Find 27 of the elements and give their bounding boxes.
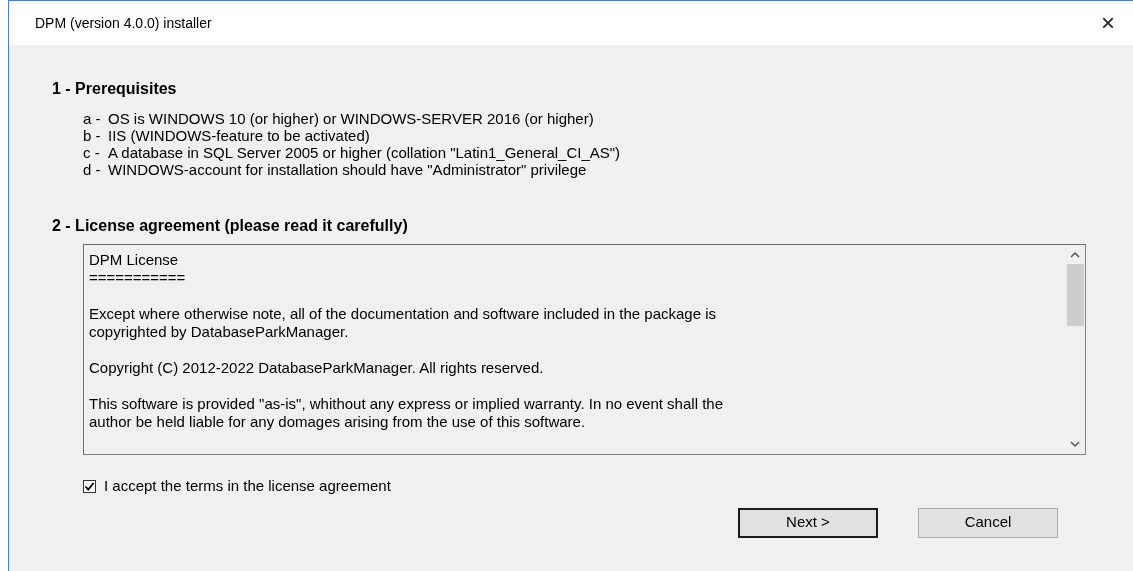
cancel-button[interactable]: Cancel xyxy=(918,507,1058,538)
license-text-line: author be held liable for any domages arising from the use of this software. xyxy=(89,413,587,431)
section-heading: 2 - License agreement (please read it carefully) xyxy=(52,216,409,236)
checkbox[interactable] xyxy=(83,479,96,493)
license-text-line: copyrighted by DatabaseParkManager. xyxy=(89,323,350,341)
license-text-line: DPM License xyxy=(89,251,180,269)
window-title: DPM (version 4.0.0) installer xyxy=(35,13,212,33)
license-text-line: =========== xyxy=(89,269,187,287)
list-marker: b - xyxy=(83,127,102,144)
list-marker: c - xyxy=(83,144,101,161)
license-text-line: Copyright (C) 2012-2022 DatabaseParkManager. All rights reserved. xyxy=(89,359,545,377)
scroll-up-icon[interactable] xyxy=(1070,251,1080,258)
scroll-down-icon[interactable] xyxy=(1070,441,1080,448)
license-text-line: This software is provided "as-is", whithout any express or implied warranty. In no event shall the xyxy=(89,395,724,413)
prerequisite-text: WINDOWS-account for installation should have "Administrator" privilege xyxy=(108,161,587,178)
list-marker: a - xyxy=(83,110,102,127)
prerequisite-text: A database in SQL Server 2005 or higher (collation "Latin1_General_CI_AS") xyxy=(108,144,621,161)
list-marker: d - xyxy=(83,161,102,178)
license-text-box[interactable] xyxy=(83,244,1086,455)
license-text-line: Except where otherwise note, all of the documentation and software included in the package is xyxy=(89,305,718,323)
scrollbar-thumb[interactable] xyxy=(1066,264,1084,326)
prerequisite-text: IIS (WINDOWS-feature to be activated) xyxy=(108,127,370,144)
next-button[interactable]: Next > xyxy=(738,507,878,538)
checkbox-label: I accept the terms in the license agreement xyxy=(104,476,391,496)
prerequisite-text: OS is WINDOWS 10 (or higher) or WINDOWS-SERVER 2016 (or higher) xyxy=(108,110,594,127)
section-heading: 1 - Prerequisites xyxy=(52,79,178,99)
close-button[interactable]: × xyxy=(1097,11,1119,35)
